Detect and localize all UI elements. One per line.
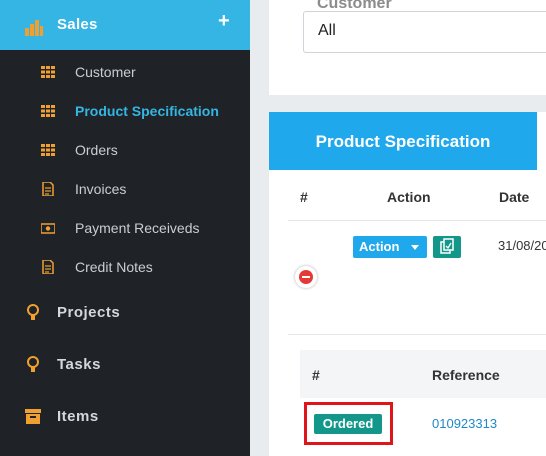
tab-strip-gap	[537, 112, 546, 170]
subtable-header-hash: #	[312, 367, 320, 383]
sidebar-item-label: Items	[57, 408, 99, 425]
sidebar-item-label: Orders	[75, 142, 118, 158]
sidebar-item-projects[interactable]: Projects	[0, 287, 250, 337]
row-divider	[288, 334, 546, 335]
money-icon	[41, 223, 55, 234]
grid-icon	[41, 105, 55, 117]
sidebar-item-label: Credit Notes	[75, 259, 153, 275]
sidebar-item-label: Invoices	[75, 181, 127, 197]
sidebar-item-label: Projects	[57, 304, 121, 321]
copy-icon	[440, 238, 454, 254]
bar-chart-icon	[25, 20, 43, 36]
sidebar-item-label: Customer	[75, 64, 136, 80]
row-divider	[288, 220, 546, 221]
tab-label: Product Specification	[315, 132, 491, 151]
sidebar-item-payment-receiveds[interactable]: Payment Receiveds	[0, 209, 250, 248]
grid-icon	[41, 66, 55, 78]
action-dropdown-button[interactable]: Action	[353, 236, 427, 258]
sidebar: Sales + Customer Product Specification O…	[0, 0, 250, 456]
sidebar-item-customer[interactable]: Customer	[0, 53, 250, 92]
highlight-annotation	[304, 402, 393, 445]
tab-product-specification[interactable]: Product Specification	[269, 112, 537, 170]
lightbulb-icon	[27, 356, 39, 372]
sidebar-item-items[interactable]: Items	[0, 391, 250, 441]
minus-circle-icon	[299, 270, 313, 284]
customer-select[interactable]: All	[303, 11, 546, 53]
lightbulb-icon	[27, 304, 39, 320]
sidebar-item-tasks[interactable]: Tasks	[0, 339, 250, 389]
column-header-hash: #	[300, 189, 308, 205]
document-icon	[42, 260, 54, 274]
sidebar-item-product-specification[interactable]: Product Specification	[0, 92, 250, 131]
sidebar-item-label: Sales	[57, 16, 98, 33]
sidebar-item-label: Tasks	[57, 356, 101, 373]
minus-bar	[302, 276, 310, 278]
archive-icon	[25, 409, 41, 424]
date-cell: 31/08/20	[498, 238, 546, 253]
copy-button[interactable]	[433, 236, 461, 258]
customer-select-value: All	[318, 22, 336, 39]
column-header-action: Action	[387, 189, 431, 205]
sidebar-item-label: Product Specification	[75, 103, 219, 119]
sidebar-item-orders[interactable]: Orders	[0, 131, 250, 170]
reference-link[interactable]: 010923313	[432, 416, 497, 431]
remove-button[interactable]	[295, 266, 317, 288]
document-icon	[42, 182, 54, 196]
subtable-header	[300, 350, 546, 398]
subtable-header-reference: Reference	[432, 367, 500, 383]
action-button-label: Action	[359, 239, 400, 254]
grid-icon	[41, 144, 55, 156]
caret-down-icon	[411, 245, 419, 250]
plus-icon[interactable]: +	[218, 10, 230, 33]
sidebar-item-label: Payment Receiveds	[75, 220, 200, 236]
column-header-date: Date	[499, 189, 530, 205]
sidebar-item-credit-notes[interactable]: Credit Notes	[0, 248, 250, 287]
sidebar-item-sales[interactable]: Sales +	[0, 0, 250, 50]
sidebar-item-invoices[interactable]: Invoices	[0, 170, 250, 209]
